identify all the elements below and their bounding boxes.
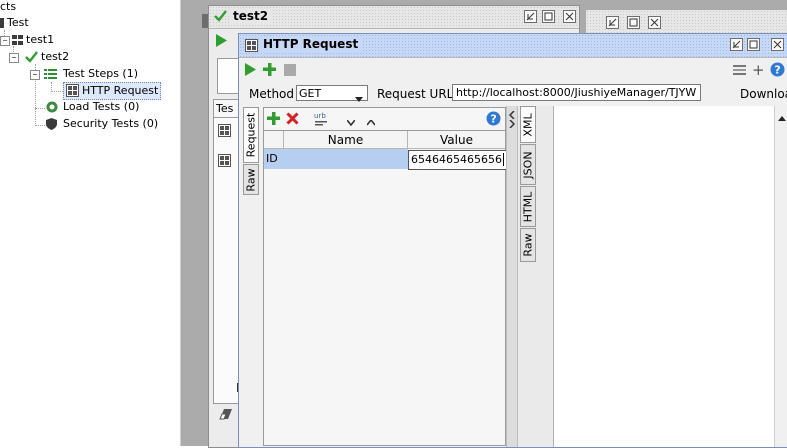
param-name-cell[interactable]: ID [264,149,408,169]
input-box[interactable] [217,58,239,94]
tree-guide [35,108,45,109]
check-icon [25,51,38,63]
shield-icon [46,118,58,130]
add-icon[interactable] [263,63,276,79]
settings-icon[interactable] [733,65,746,79]
encode-icon[interactable]: urb [313,111,329,129]
maximize-icon[interactable] [627,16,640,29]
close-icon[interactable] [771,38,784,51]
http-request-titlebar[interactable]: HTTP Request [239,34,787,58]
grid-icon [218,124,231,140]
restore-icon[interactable] [606,16,619,29]
tab-html-label: HTML [521,191,535,222]
column-header-value[interactable]: Value [408,131,505,149]
eraser-icon[interactable] [219,408,233,423]
watermark: CSDN @SAPmatinal [633,420,755,435]
collapse-icon[interactable]: − [30,70,40,80]
column-header-value-label: Value [440,133,473,147]
download-label: Downloa [740,87,787,101]
close-icon[interactable] [648,16,661,29]
test2-titlebar[interactable]: test2 [209,6,579,29]
method-label: Method [249,87,295,101]
svg-text:urb: urb [314,112,326,120]
maximize-icon[interactable] [542,10,555,23]
restore-icon[interactable] [730,38,743,51]
collapse-icon[interactable]: − [0,36,10,46]
tab-raw-response[interactable]: Raw [520,228,536,262]
help-icon[interactable]: ? [770,62,785,80]
project-name: Test [7,16,29,29]
plus-icon[interactable]: + [752,61,765,79]
projects-label: cts [0,0,17,13]
tab-json-label: JSON [521,150,535,179]
http-request-icon [245,39,258,55]
method-value: GET [299,87,322,100]
chevron-right-icon[interactable] [509,118,516,131]
tree-guide [35,125,45,126]
response-scrollbar[interactable] [774,106,787,447]
tab-raw-request[interactable]: Raw [243,164,259,195]
tab-html[interactable]: HTML [520,186,536,227]
table-row[interactable]: ID 6546465465656 [264,149,527,170]
scroll-up-icon[interactable] [778,111,786,124]
column-header-name-label: Name [327,133,364,147]
tab-raw-request-label: Raw [244,167,258,192]
grid-icon [218,154,231,170]
tab-json[interactable]: JSON [520,144,536,185]
params-toolbar: urb ? [263,107,506,130]
http-request-window: HTTP Request + ? Method GET Request URL:… [238,33,787,448]
add-param-icon[interactable] [267,112,280,128]
testsuite-icon [12,34,24,46]
stop-icon[interactable] [284,64,296,79]
partial-panel: D [213,117,245,404]
url-label: Request URL: [377,87,458,101]
method-select[interactable]: GET [296,85,368,102]
tab-raw-response-label: Raw [521,233,535,257]
tab-partial[interactable]: Tes [213,99,241,118]
table-corner [264,131,284,149]
help-icon[interactable]: ? [486,111,501,129]
response-content[interactable] [553,106,787,447]
move-down-icon[interactable] [346,116,356,129]
suite-name: test1 [26,33,55,46]
run-icon[interactable] [244,63,256,79]
check-icon [214,10,227,25]
close-icon[interactable] [563,10,576,23]
param-value: 6546465465656 [411,153,502,166]
test-steps-label: Test Steps (1) [63,67,139,80]
tree-guide [51,91,63,92]
request-url-value: http://localhost:8000/JiushiyeManager/TJ… [456,86,697,99]
http-request-icon [66,84,79,97]
panel-splitter[interactable] [506,106,518,447]
column-header-name[interactable]: Name [284,131,408,149]
http-request-title: HTTP Request [259,37,363,51]
test-steps-icon [44,68,57,80]
navigator-panel: cts Test − test1 − test2 − Test Steps (1… [0,0,181,446]
tab-xml-label: XML [521,112,535,137]
tab-request-label: Request [244,112,258,158]
collapse-icon[interactable]: − [9,53,19,63]
load-test-icon [46,101,58,113]
text-cursor [502,153,504,166]
svg-text:?: ? [490,113,496,126]
http-request-label: HTTP Request [82,84,159,97]
param-name: ID [266,152,278,165]
delete-param-icon[interactable] [286,112,299,128]
move-up-icon[interactable] [366,116,376,129]
tab-request[interactable]: Request [243,107,259,163]
test2-title: test2 [229,9,273,23]
testcase-name: test2 [41,50,70,63]
maximize-icon[interactable] [747,38,760,51]
security-tests-label: Security Tests (0) [63,117,159,130]
tab-xml[interactable]: XML [520,106,536,143]
tab-partial-label: Tes [216,102,234,115]
request-url-input[interactable]: http://localhost:8000/JiushiyeManager/TJ… [452,84,701,101]
run-icon[interactable] [215,34,227,50]
svg-text:?: ? [774,64,780,77]
tree-item-http-request[interactable]: HTTP Request [63,82,161,100]
params-table: Name Value ID 6546465465656 [263,130,527,446]
restore-icon[interactable] [524,10,537,23]
chevron-down-icon [355,91,363,107]
load-tests-label: Load Tests (0) [63,100,140,113]
